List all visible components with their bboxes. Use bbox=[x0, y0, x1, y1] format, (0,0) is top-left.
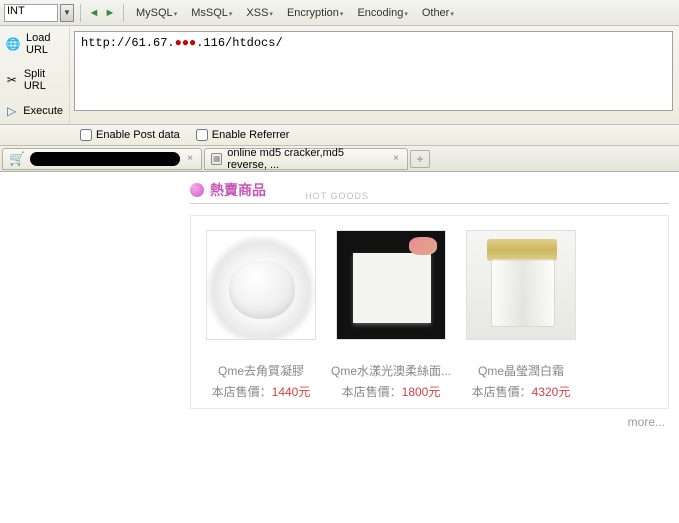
globe-icon: 🌐 bbox=[6, 37, 20, 51]
tab-shop[interactable]: 🛒 × bbox=[2, 148, 202, 170]
url-suffix: .116/htdocs/ bbox=[196, 36, 282, 50]
new-tab-button[interactable]: + bbox=[410, 150, 430, 168]
menu-encryption[interactable]: Encryption bbox=[281, 5, 350, 21]
main-toolbar: INT ▼ ◄ ► MySQL MsSQL XSS Encryption Enc… bbox=[0, 0, 679, 26]
referrer-checkbox-input[interactable] bbox=[196, 129, 208, 141]
menu-mssql[interactable]: MsSQL bbox=[185, 5, 238, 21]
execute-label: Execute bbox=[23, 105, 63, 117]
product-price: 1800元 bbox=[402, 385, 441, 399]
url-input[interactable]: http://61.67.●●●.116/htdocs/ bbox=[74, 31, 673, 111]
url-panel: 🌐 Load URL ✂ Split URL ▷ Execute http://… bbox=[0, 26, 679, 125]
grid-icon: ▦ bbox=[211, 153, 222, 165]
enable-referrer-checkbox[interactable]: Enable Referrer bbox=[196, 129, 290, 141]
menu-xss[interactable]: XSS bbox=[240, 5, 279, 21]
type-dropdown[interactable]: INT bbox=[4, 4, 58, 22]
product-name: Qme水漾光澳柔絲面... bbox=[331, 362, 451, 379]
product-grid: Qme去角質凝膠 本店售價：1440元 Qme水漾光澳柔絲面... 本店售價：1… bbox=[190, 215, 669, 409]
more-link[interactable]: more... bbox=[190, 415, 669, 429]
execute-button[interactable]: ▷ Execute bbox=[0, 98, 69, 124]
page-content: 熱賣商品 HOT GOODS Qme去角質凝膠 本店售價：1440元 Qme水漾… bbox=[0, 172, 679, 429]
options-bar: Enable Post data Enable Referrer bbox=[0, 125, 679, 146]
menu-other[interactable]: Other bbox=[416, 5, 460, 21]
product-price: 1440元 bbox=[272, 385, 311, 399]
product-card[interactable]: Qme水漾光澳柔絲面... 本店售價：1800元 bbox=[331, 230, 451, 400]
enable-post-checkbox[interactable]: Enable Post data bbox=[80, 129, 180, 141]
post-checkbox-input[interactable] bbox=[80, 129, 92, 141]
product-image bbox=[206, 230, 316, 340]
forward-icon[interactable]: ► bbox=[103, 6, 117, 20]
tab-md5[interactable]: ▦ online md5 cracker,md5 reverse, ... × bbox=[204, 148, 408, 170]
close-icon[interactable]: × bbox=[391, 153, 401, 164]
menu-encoding[interactable]: Encoding bbox=[351, 5, 413, 21]
product-price: 4320元 bbox=[532, 385, 571, 399]
price-label: 本店售價： bbox=[342, 385, 402, 399]
product-name: Qme去角質凝膠 bbox=[201, 362, 321, 379]
url-prefix: http://61.67. bbox=[81, 36, 175, 50]
dropdown-arrow-icon[interactable]: ▼ bbox=[60, 4, 74, 22]
post-label: Enable Post data bbox=[96, 129, 180, 141]
load-url-button[interactable]: 🌐 Load URL bbox=[0, 26, 69, 62]
separator bbox=[80, 4, 81, 22]
split-url-button[interactable]: ✂ Split URL bbox=[0, 62, 69, 98]
split-url-label: Split URL bbox=[24, 68, 63, 92]
product-name: Qme晶瑩潤白霜 bbox=[461, 362, 581, 379]
referrer-label: Enable Referrer bbox=[212, 129, 290, 141]
action-sidebar: 🌐 Load URL ✂ Split URL ▷ Execute bbox=[0, 26, 70, 124]
scissors-icon: ✂ bbox=[6, 73, 18, 87]
hot-title: 熱賣商品 bbox=[210, 180, 266, 200]
menu-mysql[interactable]: MySQL bbox=[130, 5, 183, 21]
bullet-icon bbox=[190, 183, 204, 197]
back-icon[interactable]: ◄ bbox=[87, 6, 101, 20]
price-label: 本店售價： bbox=[472, 385, 532, 399]
price-label: 本店售價： bbox=[212, 385, 272, 399]
browser-tabs: 🛒 × ▦ online md5 cracker,md5 reverse, ..… bbox=[0, 146, 679, 172]
content-spacer bbox=[0, 172, 190, 429]
product-image bbox=[466, 230, 576, 340]
redacted-title bbox=[30, 152, 180, 166]
content-main: 熱賣商品 HOT GOODS Qme去角質凝膠 本店售價：1440元 Qme水漾… bbox=[190, 172, 679, 429]
product-image bbox=[336, 230, 446, 340]
url-masked: ●●● bbox=[175, 36, 197, 50]
close-icon[interactable]: × bbox=[185, 153, 195, 164]
product-card[interactable]: Qme晶瑩潤白霜 本店售價：4320元 bbox=[461, 230, 581, 400]
tab-md5-label: online md5 cracker,md5 reverse, ... bbox=[227, 147, 386, 171]
cart-icon: 🛒 bbox=[9, 151, 25, 167]
product-card[interactable]: Qme去角質凝膠 本店售價：1440元 bbox=[201, 230, 321, 400]
play-icon: ▷ bbox=[6, 104, 17, 118]
load-url-label: Load URL bbox=[26, 32, 63, 56]
separator bbox=[123, 4, 124, 22]
